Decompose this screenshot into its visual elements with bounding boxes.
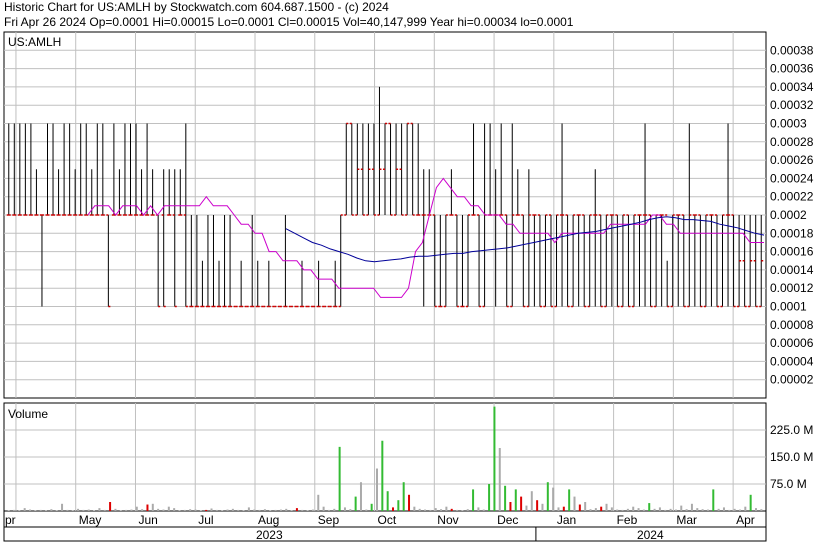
volume-tick-label: 150.0 M xyxy=(770,450,813,464)
month-label: pr xyxy=(5,513,16,527)
price-tick-label: 0.00034 xyxy=(770,80,814,94)
volume-tick-label: 225.0 M xyxy=(770,423,813,437)
month-label: Jun xyxy=(138,513,157,527)
stock-chart: 0.00002 0.00004 0.00006 0.00008 0.0001 0.0001… xyxy=(3,31,814,542)
month-label: Dec xyxy=(497,513,518,527)
price-tick-label: 0.00012 xyxy=(770,281,814,295)
price-tick-label: 0.00028 xyxy=(770,135,814,149)
month-label: Apr xyxy=(736,513,755,527)
year-label: 2024 xyxy=(637,528,664,542)
month-label: Mar xyxy=(676,513,697,527)
price-tick-label: 0.0002 xyxy=(770,208,807,222)
month-label: May xyxy=(79,513,102,527)
price-tick-label: 0.00004 xyxy=(770,354,814,368)
month-label: Oct xyxy=(378,513,397,527)
month-label: Feb xyxy=(617,513,638,527)
month-label: Sep xyxy=(318,513,340,527)
price-tick-label: 0.00016 xyxy=(770,245,814,259)
month-label: Jan xyxy=(557,513,576,527)
price-tick-label: 0.00006 xyxy=(770,336,814,350)
price-tick-label: 0.00018 xyxy=(770,226,814,240)
year-label: 2023 xyxy=(256,528,283,542)
price-tick-label: 0.00002 xyxy=(770,373,814,387)
price-tick-label: 0.00022 xyxy=(770,190,814,204)
volume-label: Volume xyxy=(8,407,48,421)
price-tick-label: 0.00008 xyxy=(770,318,814,332)
month-label: Jul xyxy=(198,513,213,527)
price-tick-label: 0.00026 xyxy=(770,153,814,167)
price-tick-label: 0.00024 xyxy=(770,171,814,185)
price-tick-label: 0.0001 xyxy=(770,300,807,314)
price-tick-label: 0.0003 xyxy=(770,117,807,131)
chart-frames xyxy=(3,31,767,542)
symbol-label: US:AMLH xyxy=(8,35,61,49)
month-label: Nov xyxy=(437,513,458,527)
price-tick-label: 0.00014 xyxy=(770,263,814,277)
month-label: Aug xyxy=(258,513,279,527)
volume-tick-label: 75.0 M xyxy=(770,477,807,491)
price-tick-label: 0.00036 xyxy=(770,62,814,76)
price-tick-label: 0.00032 xyxy=(770,98,814,112)
price-tick-label: 0.00038 xyxy=(770,43,814,57)
